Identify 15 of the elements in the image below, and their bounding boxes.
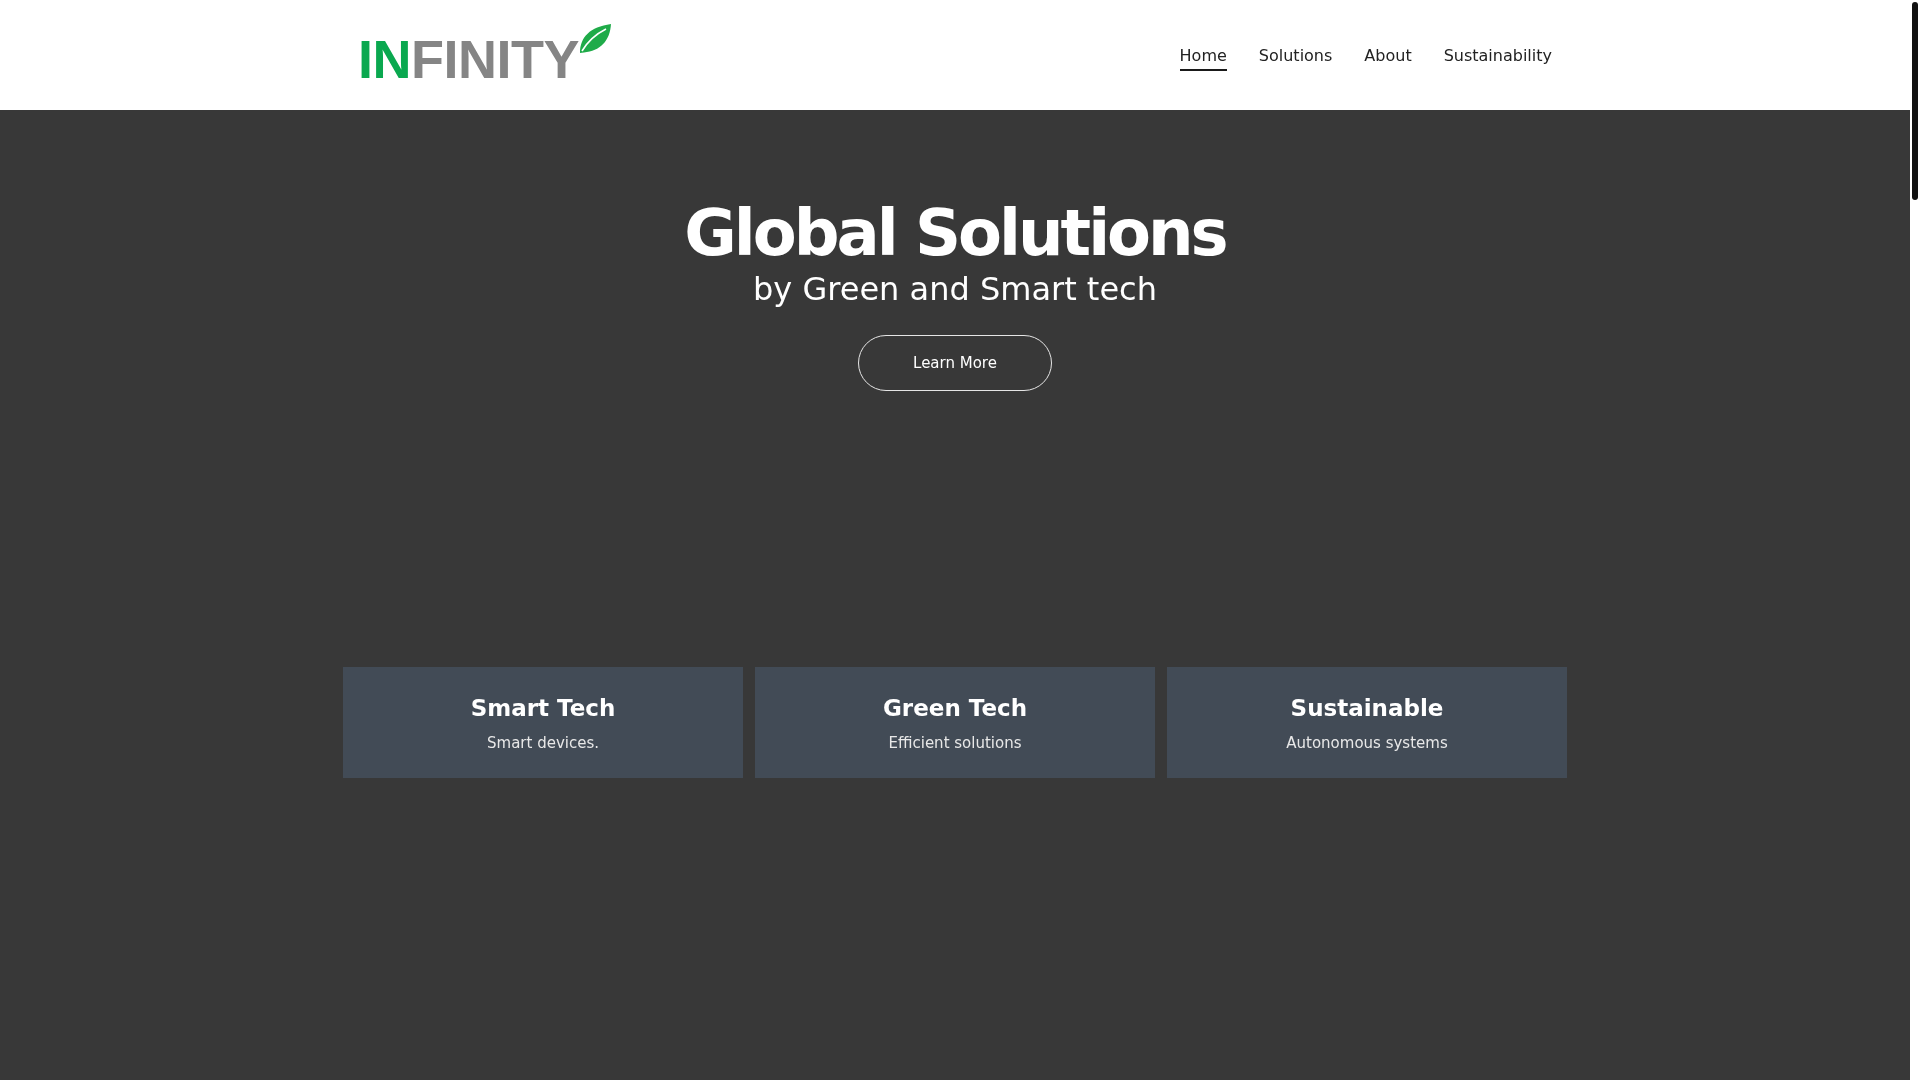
leaf-icon xyxy=(579,24,611,53)
card-title: Green Tech xyxy=(882,694,1027,723)
nav-link[interactable]: Solutions xyxy=(1258,45,1333,71)
card-description: Efficient solutions xyxy=(888,734,1022,753)
logo-wordmark[interactable]: INFINITY xyxy=(358,32,579,86)
hero-title: Global Solutions xyxy=(684,198,1226,269)
scrollbar-thumb[interactable] xyxy=(1912,2,1918,200)
card-description: Smart devices. xyxy=(487,734,599,753)
card-description: Autonomous systems xyxy=(1286,734,1448,753)
nav-link[interactable]: Home xyxy=(1179,45,1227,71)
nav-link[interactable]: Sustainability xyxy=(1443,45,1552,71)
hero-subtitle: by Green and Smart tech xyxy=(753,270,1157,309)
card-title: Smart Tech xyxy=(470,694,616,723)
card-title: Sustainable xyxy=(1290,694,1444,723)
nav-link[interactable]: About xyxy=(1364,45,1412,71)
